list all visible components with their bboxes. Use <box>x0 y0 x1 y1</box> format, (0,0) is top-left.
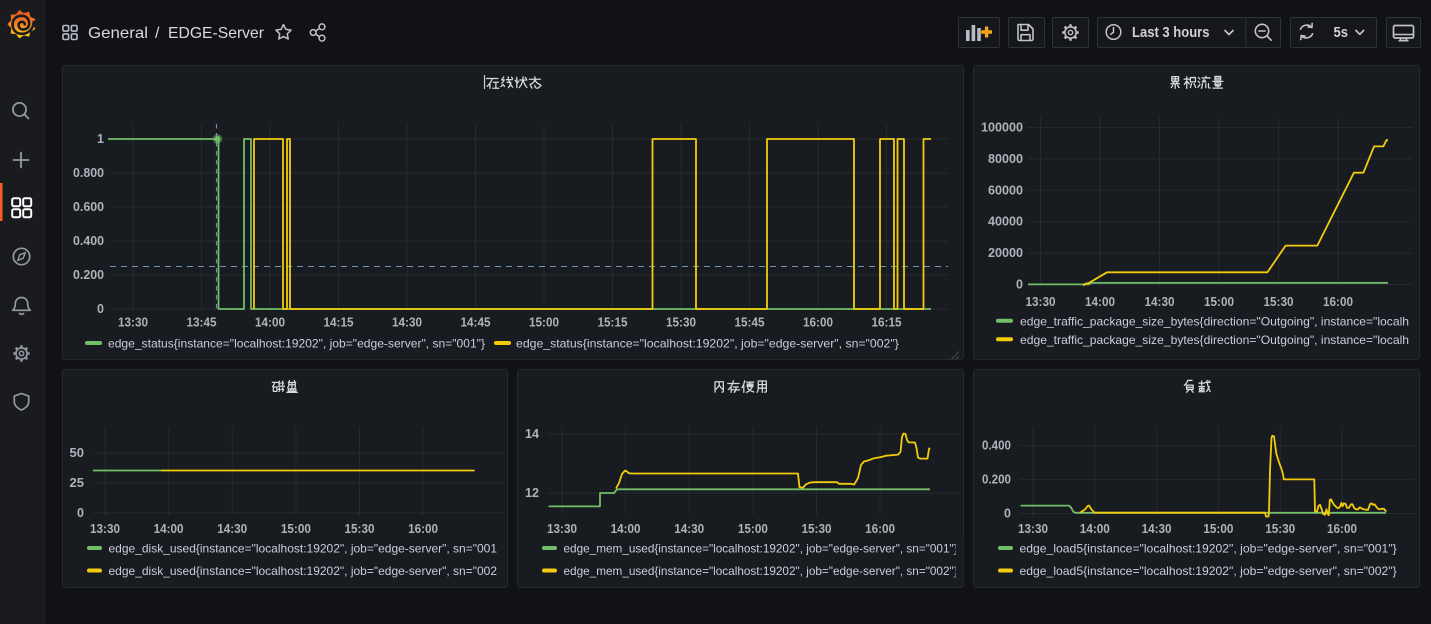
svg-text:15:00: 15:00 <box>529 316 559 330</box>
svg-text:14:00: 14:00 <box>154 522 184 536</box>
svg-text:0.200: 0.200 <box>982 472 1011 486</box>
svg-text:0.600: 0.600 <box>73 200 104 214</box>
svg-text:13:30: 13:30 <box>1026 295 1056 309</box>
svg-text:14:30: 14:30 <box>217 522 247 536</box>
svg-text:0: 0 <box>1016 278 1023 292</box>
svg-text:edge_load5{instance="localhost: edge_load5{instance="localhost:19202", j… <box>1020 542 1397 556</box>
svg-text:16:00: 16:00 <box>408 522 438 536</box>
svg-text:15:30: 15:30 <box>666 316 696 330</box>
svg-text:50: 50 <box>70 446 85 460</box>
svg-text:edge_disk_used{instance="local: edge_disk_used{instance="localhost:19202… <box>109 542 498 556</box>
svg-text:0.200: 0.200 <box>73 268 104 282</box>
svg-text:25: 25 <box>70 476 85 490</box>
svg-text:1: 1 <box>97 132 104 146</box>
svg-text:0: 0 <box>77 506 84 520</box>
svg-text:edge_traffic_package_size_byte: edge_traffic_package_size_bytes{directio… <box>1020 333 1409 347</box>
svg-text:14: 14 <box>525 427 539 441</box>
svg-text:16:00: 16:00 <box>865 522 895 536</box>
svg-text:edge_disk_used{instance="local: edge_disk_used{instance="localhost:19202… <box>109 564 498 578</box>
svg-text:16:00: 16:00 <box>1323 295 1353 309</box>
svg-text:EDGE-Server: EDGE-Server <box>168 25 265 42</box>
svg-text:15:00: 15:00 <box>1204 295 1234 309</box>
svg-text:15:45: 15:45 <box>735 316 765 330</box>
svg-text:5s: 5s <box>1334 25 1349 41</box>
svg-text:15:30: 15:30 <box>802 522 832 536</box>
svg-text:edge_status{instance="localhos: edge_status{instance="localhost:19202", … <box>516 337 899 351</box>
svg-text:edge_mem_used{instance="localh: edge_mem_used{instance="localhost:19202"… <box>564 542 958 556</box>
svg-text:12: 12 <box>525 486 539 500</box>
svg-text:13:45: 13:45 <box>187 316 217 330</box>
svg-text:80000: 80000 <box>988 152 1023 166</box>
svg-text:Last 3 hours: Last 3 hours <box>1132 25 1210 41</box>
svg-text:15:00: 15:00 <box>1203 522 1233 536</box>
svg-text:edge_mem_used{instance="localh: edge_mem_used{instance="localhost:19202"… <box>564 564 958 578</box>
svg-text:15:30: 15:30 <box>345 522 375 536</box>
svg-text:14:30: 14:30 <box>392 316 422 330</box>
svg-text:14:15: 14:15 <box>324 316 354 330</box>
svg-text:15:00: 15:00 <box>281 522 311 536</box>
svg-text:13:30: 13:30 <box>547 522 577 536</box>
svg-text:16:00: 16:00 <box>1327 522 1357 536</box>
svg-text:16:15: 16:15 <box>872 316 902 330</box>
svg-text:16:00: 16:00 <box>803 316 833 330</box>
svg-text:13:30: 13:30 <box>90 522 120 536</box>
svg-text:edge_status{instance="localhos: edge_status{instance="localhost:19202", … <box>108 337 485 351</box>
svg-text:100000: 100000 <box>981 121 1023 135</box>
svg-text:General: General <box>88 25 148 42</box>
svg-text:0.400: 0.400 <box>73 234 104 248</box>
svg-text:14:30: 14:30 <box>1142 522 1172 536</box>
svg-text:14:00: 14:00 <box>255 316 285 330</box>
svg-text:13:30: 13:30 <box>118 316 148 330</box>
svg-text:15:30: 15:30 <box>1265 522 1295 536</box>
svg-text:20000: 20000 <box>988 246 1023 260</box>
svg-text:14:45: 14:45 <box>461 316 491 330</box>
svg-text:/: / <box>155 25 160 42</box>
svg-text:15:00: 15:00 <box>738 522 768 536</box>
svg-text:edge_traffic_package_size_byte: edge_traffic_package_size_bytes{directio… <box>1020 314 1409 328</box>
svg-text:14:30: 14:30 <box>674 522 704 536</box>
svg-text:0.400: 0.400 <box>982 439 1011 453</box>
svg-text:0: 0 <box>1004 507 1011 521</box>
svg-text:14:00: 14:00 <box>1080 522 1110 536</box>
svg-text:0.800: 0.800 <box>73 166 104 180</box>
svg-text:40000: 40000 <box>988 215 1023 229</box>
svg-text:edge_load5{instance="localhost: edge_load5{instance="localhost:19202", j… <box>1020 564 1397 578</box>
svg-text:15:30: 15:30 <box>1264 295 1294 309</box>
svg-text:14:30: 14:30 <box>1145 295 1175 309</box>
svg-text:14:00: 14:00 <box>611 522 641 536</box>
svg-text:15:15: 15:15 <box>598 316 628 330</box>
svg-text:60000: 60000 <box>988 183 1023 197</box>
svg-text:0: 0 <box>97 302 104 316</box>
svg-text:14:00: 14:00 <box>1085 295 1115 309</box>
svg-text:13:30: 13:30 <box>1018 522 1048 536</box>
